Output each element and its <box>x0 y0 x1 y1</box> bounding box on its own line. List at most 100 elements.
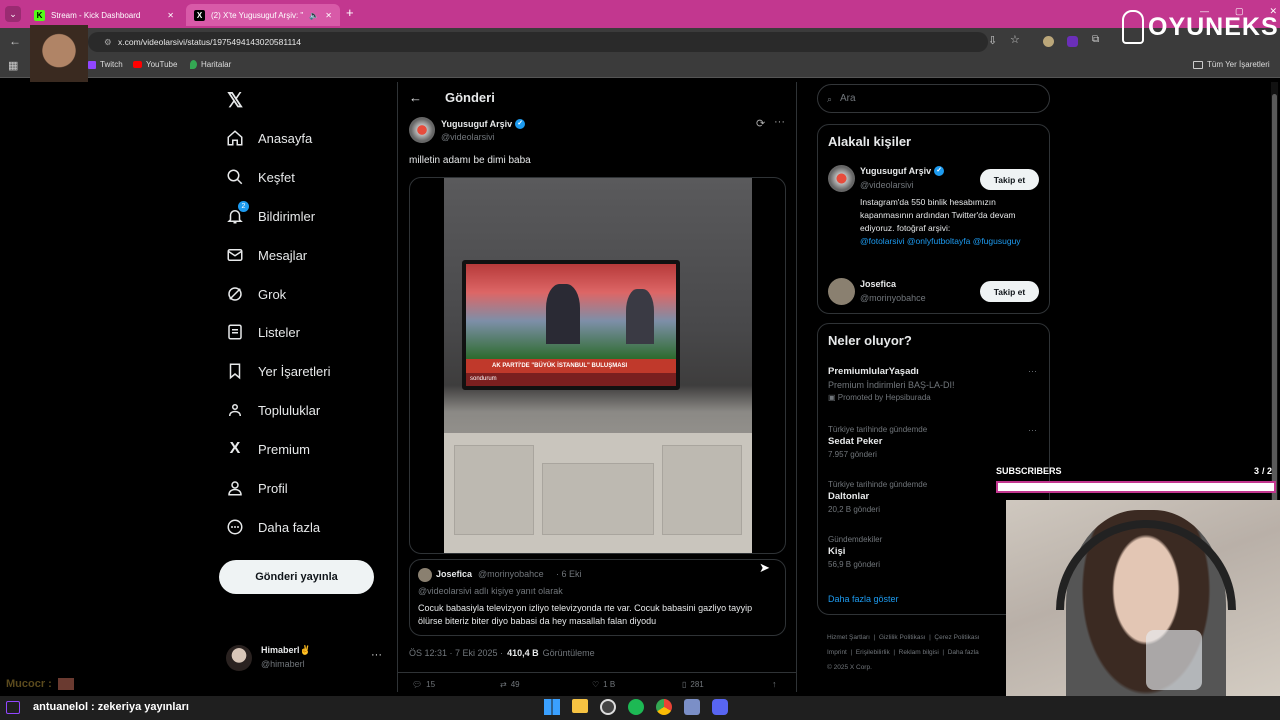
chrome-icon[interactable] <box>656 699 672 715</box>
more-icon[interactable]: ··· <box>1028 366 1037 376</box>
bio-links[interactable]: @fotolarsivi @onlyfutboltayfa @fugusuguy <box>860 235 1035 248</box>
search-icon <box>227 169 243 185</box>
author-handle[interactable]: @videolarsivi <box>441 132 495 142</box>
communities-icon <box>229 404 241 417</box>
extension-icon[interactable] <box>1043 36 1054 47</box>
new-tab-button[interactable]: + <box>346 5 354 20</box>
avatar[interactable] <box>828 165 855 192</box>
promoted-label: ▣ Promoted by Hepsiburada <box>828 393 1043 402</box>
like-action[interactable]: ♡ 1 B <box>592 680 615 689</box>
search-input[interactable]: ⌕ Ara <box>817 84 1050 113</box>
apps-icon[interactable]: ▦ <box>8 59 18 72</box>
follow-button[interactable]: Takip et <box>980 281 1039 302</box>
nav-profile[interactable]: Profil <box>226 479 288 497</box>
more-icon[interactable]: ··· <box>371 649 382 661</box>
tv-caption: AK PARTİ'DE "BÜYÜK İSTANBUL" BULUŞMASI <box>466 359 676 373</box>
extension-icon[interactable] <box>1067 36 1078 47</box>
close-icon[interactable]: ✕ <box>325 11 332 20</box>
footer-link[interactable]: Imprint <box>827 649 847 656</box>
tab-list-button[interactable]: ⌄ <box>5 6 21 22</box>
tab-x-post[interactable]: X (2) X'te Yugusuguf Arşiv: "m 🔈 ✕ <box>186 4 340 26</box>
author-name: Yugusuguf Arşiv <box>441 119 513 129</box>
trend-item[interactable]: PremiumlularYaşadı Premium İndirimleri B… <box>828 366 1043 402</box>
back-icon[interactable]: ← <box>9 34 21 48</box>
x-logo-icon[interactable]: 𝕏 <box>227 88 243 113</box>
trend-item[interactable]: Türkiye tarihinde gündemde Sedat Peker 7… <box>828 425 1043 459</box>
reply-action[interactable]: 💬︎ 15 <box>412 680 435 689</box>
page-title: Gönderi <box>445 90 495 105</box>
nav-notifications[interactable]: 2 Bildirimler <box>226 201 316 225</box>
footer-link[interactable]: Gizlilik Politikası <box>879 634 926 641</box>
footer-link[interactable]: Reklam bilgisi <box>899 649 939 656</box>
show-more-link[interactable]: Daha fazla göster <box>828 594 899 604</box>
nav-bookmarks[interactable]: Yer İşaretleri <box>226 362 331 380</box>
bookmark-action[interactable]: ▯ 281 <box>682 680 704 689</box>
nav-label: Bildirimler <box>258 208 316 224</box>
person-name: Yugusuguf Arşiv <box>860 166 932 176</box>
video-player[interactable]: AK PARTİ'DE "BÜYÜK İSTANBUL" BULUŞMASI s… <box>409 177 786 554</box>
nav-messages[interactable]: Mesajlar <box>226 246 307 264</box>
account-switcher[interactable]: Himaberl✌ @himaberl ··· <box>226 644 386 674</box>
discord-icon[interactable] <box>712 699 728 715</box>
all-bookmarks[interactable]: Tüm Yer İşaretleri <box>1193 60 1270 69</box>
repost-action[interactable]: ⇄ 49 <box>500 680 520 689</box>
bookmark-twitch[interactable]: Twitch <box>88 60 123 69</box>
share-icon[interactable]: ↑ <box>772 679 777 689</box>
nav-grok[interactable]: Grok <box>226 285 286 303</box>
person-name-row[interactable]: Yugusuguf Arşiv ✓ <box>860 166 945 176</box>
nav-label: Yer İşaretleri <box>258 363 331 379</box>
quoted-post[interactable]: Josefica @morinyobahce · 6 Eki @videolar… <box>409 559 786 636</box>
file-explorer-icon[interactable] <box>572 699 588 713</box>
site-info-icon[interactable]: ⚙ <box>104 37 112 47</box>
avatar <box>226 645 252 671</box>
like-count: 1 B <box>603 680 616 689</box>
puzzle-icon[interactable]: ⧉ <box>1092 34 1099 45</box>
mouse-cursor-icon: ➤ <box>759 560 770 575</box>
footer-link[interactable]: Çerez Politikası <box>934 634 979 641</box>
footer-link[interactable]: Hizmet Şartları <box>827 634 870 641</box>
nav-label: Grok <box>258 286 287 302</box>
profile-icon <box>228 481 242 496</box>
nav-label: Listeler <box>258 324 300 340</box>
nav-communities[interactable]: Topluluklar <box>226 401 320 419</box>
back-arrow-icon[interactable]: ← <box>409 90 422 105</box>
follow-button[interactable]: Takip et <box>980 169 1039 190</box>
nav-more[interactable]: Daha fazla <box>226 518 320 536</box>
quote-date: · 6 Eki <box>556 569 582 579</box>
windows-start-icon[interactable] <box>544 699 560 715</box>
footer-link[interactable]: Erişilebilirlik <box>856 649 890 656</box>
obs-icon[interactable] <box>600 699 616 715</box>
more-icon[interactable]: ··· <box>774 116 785 128</box>
card-title: Alakalı kişiler <box>828 134 912 149</box>
bookmark-count: 281 <box>690 680 704 689</box>
star-icon[interactable]: ☆ <box>1010 33 1020 46</box>
scrollbar-thumb[interactable] <box>1272 94 1277 514</box>
nav-premium[interactable]: X Premium <box>226 440 310 458</box>
close-icon[interactable]: ✕ <box>167 11 174 20</box>
bookmark-youtube[interactable]: YouTube <box>133 60 177 69</box>
nav-explore[interactable]: Keşfet <box>226 168 295 186</box>
avatar[interactable] <box>828 278 855 305</box>
person-handle: @videolarsivi <box>860 180 914 190</box>
brand-logo: OYUNEKS <box>1122 10 1279 44</box>
tab-title: (2) X'te Yugusuguf Arşiv: "m <box>211 10 304 20</box>
nav-label: Profil <box>258 480 288 496</box>
spotify-icon[interactable] <box>628 699 644 715</box>
nav-lists[interactable]: Listeler <box>226 323 300 341</box>
author-avatar[interactable] <box>409 117 435 143</box>
more-icon[interactable]: ··· <box>1028 425 1037 435</box>
bookmark-maps[interactable]: Haritalar <box>190 60 231 69</box>
post-button[interactable]: Gönderi yayınla <box>219 560 374 594</box>
author-name-row[interactable]: Yugusuguf Arşiv ✓ <box>441 119 526 129</box>
nav-home[interactable]: Anasayfa <box>226 129 312 147</box>
url-field[interactable]: ⚙ x.com/videolarsivi/status/197549414302… <box>88 32 988 52</box>
grok-icon[interactable]: ⟳ <box>756 117 765 130</box>
subs-progress-bar <box>996 481 1276 493</box>
footer-link[interactable]: Daha fazla <box>948 649 979 656</box>
app-icon[interactable] <box>684 699 700 715</box>
bookmarks-bar: ▦ Twitch YouTube Haritalar Tüm Yer İşare… <box>0 55 1280 78</box>
install-icon[interactable]: ⇩ <box>988 34 997 47</box>
speaker-icon[interactable]: 🔈 <box>309 11 319 20</box>
tab-kick-dashboard[interactable]: K Stream - Kick Dashboard ✕ <box>26 4 182 26</box>
person-name[interactable]: Josefica <box>860 279 896 289</box>
